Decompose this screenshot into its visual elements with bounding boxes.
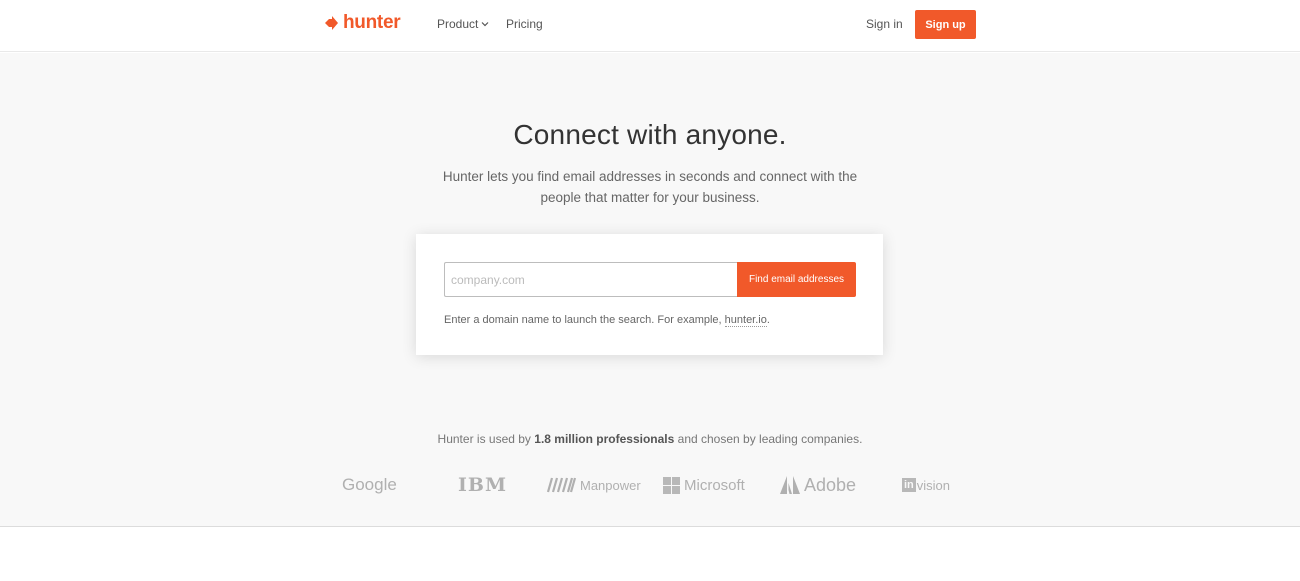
sign-in-link[interactable]: Sign in: [866, 17, 903, 31]
microsoft-logo-text: Microsoft: [684, 476, 745, 494]
invision-logo-text: vision: [916, 477, 951, 493]
nav-pricing-link[interactable]: Pricing: [506, 17, 543, 31]
find-email-addresses-button[interactable]: Find email addresses: [737, 262, 856, 297]
manpower-logo-text: Manpower: [580, 477, 641, 493]
search-hint: Enter a domain name to launch the search…: [444, 314, 770, 327]
adobe-logo-text: Adobe: [804, 474, 857, 495]
company-logos-row: Google IBM Manpower Microsoft Adobe in vi…: [0, 473, 1300, 497]
google-logo-text: Google: [342, 475, 397, 494]
hero-title: Connect with anyone.: [513, 119, 787, 150]
sign-up-button[interactable]: Sign up: [915, 10, 976, 39]
hero-section: Connect with anyone. Hunter lets you fin…: [0, 53, 1300, 527]
top-navigation-bar: hunter Product Pricing Sign in Sign up: [0, 0, 1300, 52]
manpower-logo: Manpower: [547, 473, 641, 497]
social-proof-prefix: Hunter is used by: [437, 432, 535, 446]
microsoft-windows-icon: [663, 476, 680, 494]
search-hint-text: Enter a domain name to launch the search…: [444, 314, 725, 326]
search-hint-suffix: .: [766, 314, 770, 326]
google-logo: Google: [342, 473, 397, 497]
example-domain-link[interactable]: hunter.io: [724, 314, 767, 327]
social-proof-highlight: 1.8 million professionals: [534, 432, 675, 446]
adobe-a-icon: [780, 476, 800, 494]
invision-logo: in vision: [902, 473, 950, 497]
microsoft-logo: Microsoft: [663, 473, 745, 497]
manpower-mark-icon: [547, 477, 577, 493]
nav-product-label: Product: [437, 17, 479, 31]
hero-subtitle: Hunter lets you find email addresses in …: [442, 169, 858, 205]
social-proof-text: Hunter is used by 1.8 million profession…: [0, 432, 1300, 446]
invision-box-mark: in: [902, 478, 916, 492]
ibm-logo-text: IBM: [458, 474, 507, 496]
brand-logo[interactable]: hunter: [323, 12, 401, 34]
domain-search-input[interactable]: [444, 262, 737, 297]
chevron-down-icon: [481, 22, 489, 27]
hunter-logo-icon: [325, 16, 338, 30]
ibm-logo: IBM: [458, 473, 507, 497]
domain-search-card: Find email addresses Enter a domain name…: [416, 234, 883, 355]
social-proof-suffix: and chosen by leading companies.: [674, 432, 863, 446]
brand-name: hunter: [343, 12, 401, 33]
nav-product-dropdown[interactable]: Product: [437, 17, 489, 31]
adobe-logo: Adobe: [780, 473, 856, 497]
